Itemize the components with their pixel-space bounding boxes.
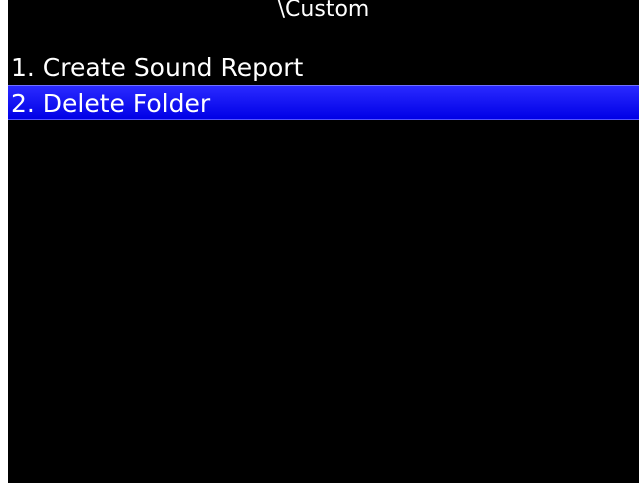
folder-title: \Custom [277, 0, 370, 22]
menu-list: 1. Create Sound Report 2. Delete Folder [8, 50, 639, 120]
device-screen: \Custom 1. Create Sound Report 2. Delete… [8, 0, 639, 483]
menu-item-delete-folder[interactable]: 2. Delete Folder [8, 85, 639, 120]
menu-item-create-sound-report[interactable]: 1. Create Sound Report [8, 50, 639, 85]
